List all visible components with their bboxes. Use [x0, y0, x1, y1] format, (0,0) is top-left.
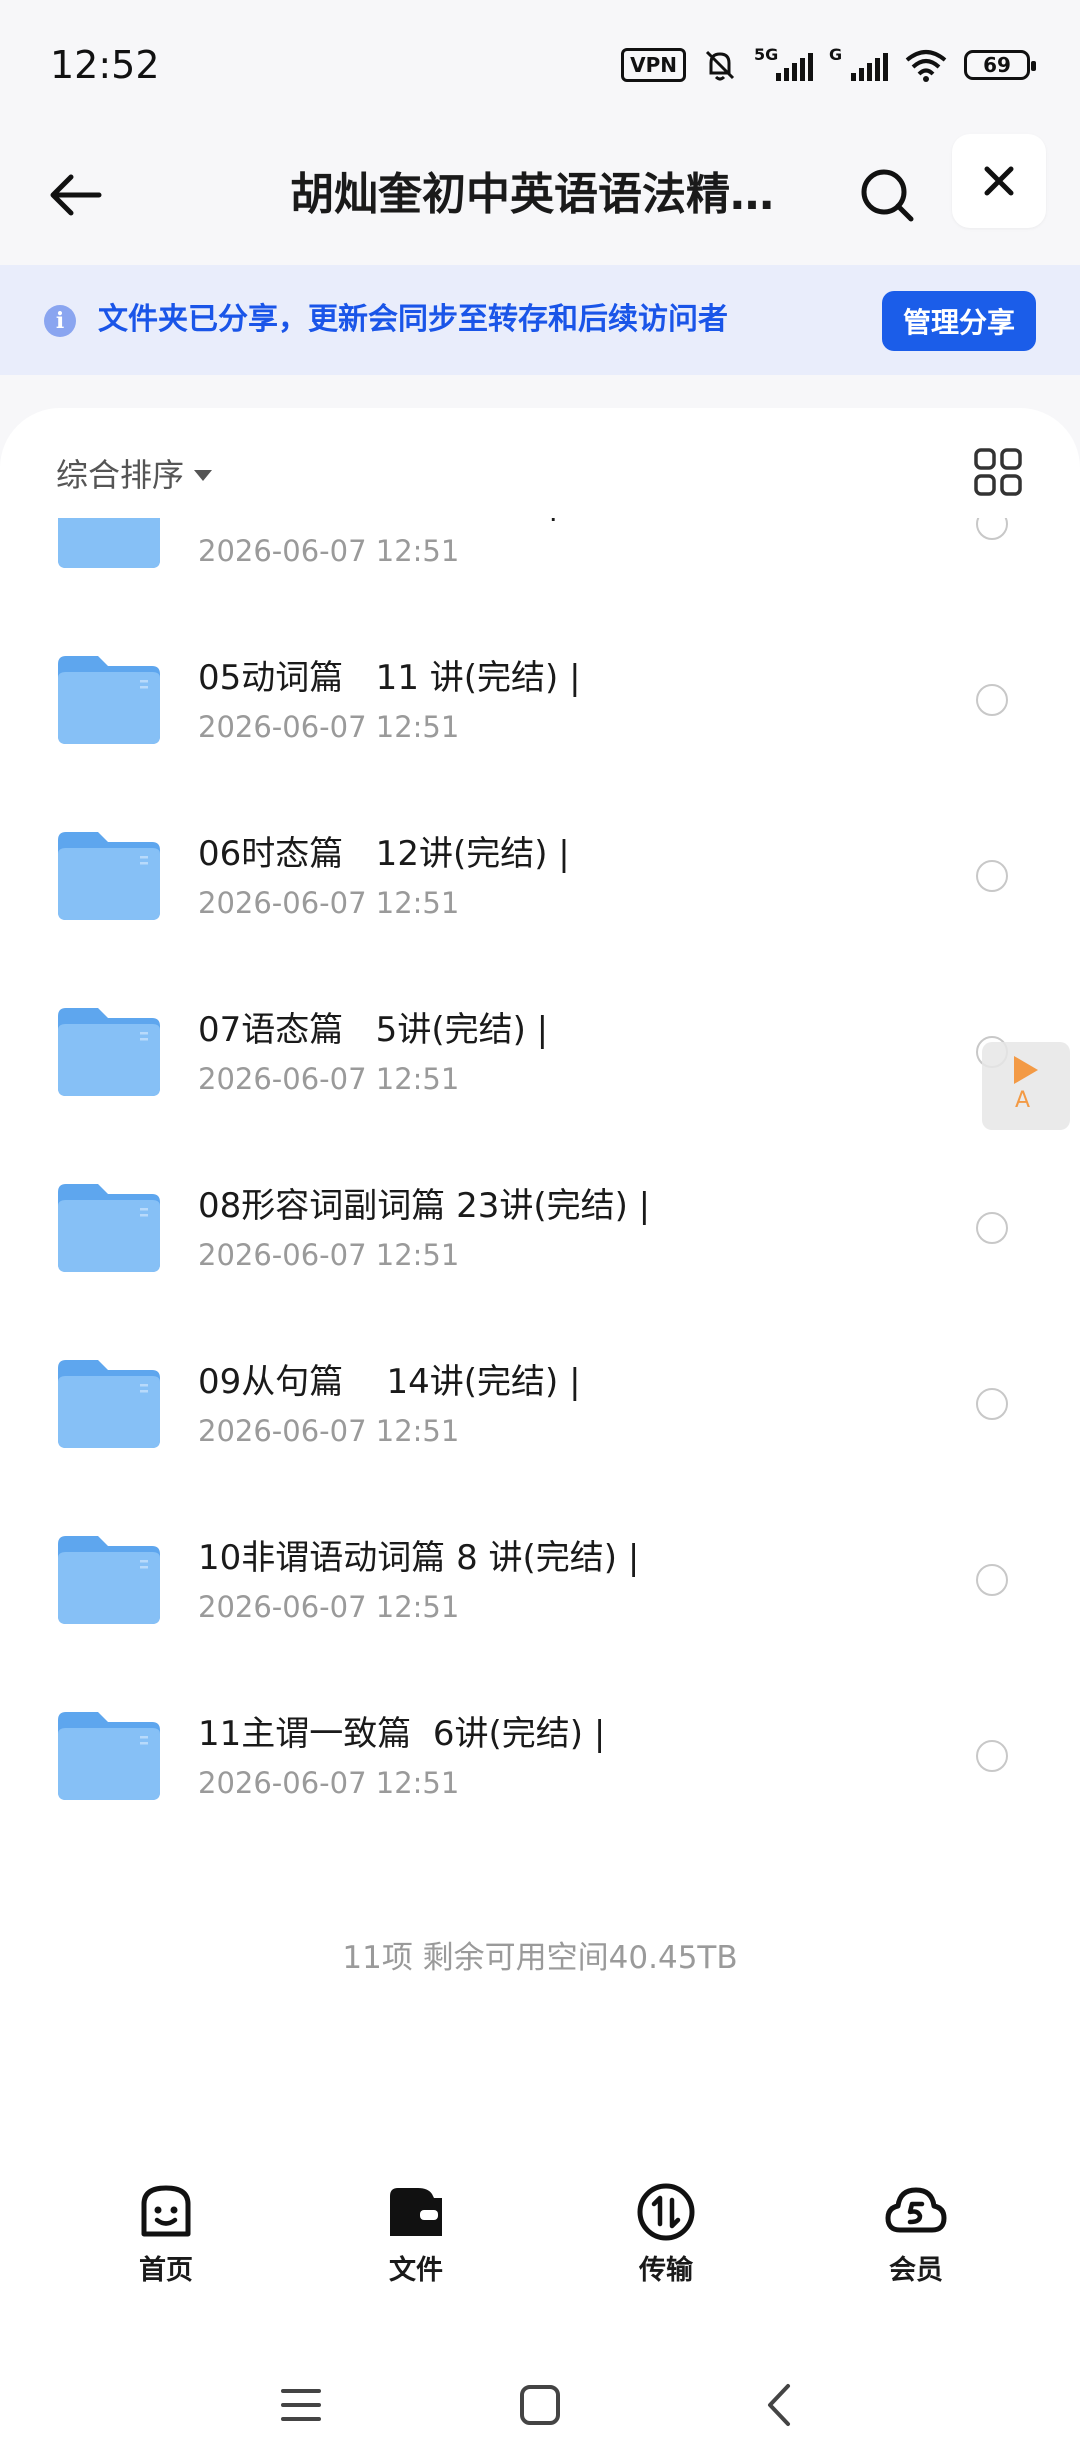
folder-icon	[58, 518, 160, 568]
file-name: 10非谓语动词篇 8 讲(完结) |	[198, 1538, 640, 1578]
home-button[interactable]	[505, 2370, 575, 2440]
floating-player-button[interactable]: A	[982, 1042, 1070, 1130]
close-icon	[984, 166, 1014, 196]
title-bar: 胡灿奎初中英语语法精讲（完结）	[0, 130, 1080, 265]
status-time: 12:52	[50, 43, 160, 87]
tab-home-label: 首页	[139, 2255, 193, 2286]
file-row[interactable]: 05动词篇 11 讲(完结) | 2026-06-07 12:51	[0, 606, 1080, 782]
floating-player-label: A	[1015, 1088, 1031, 1113]
caret-down-icon	[194, 469, 213, 481]
select-radio[interactable]	[976, 1212, 1008, 1244]
back-chevron-icon	[768, 2384, 790, 2426]
file-date: 2026-06-07 12:51	[198, 1590, 460, 1624]
search-icon	[861, 169, 914, 222]
mute-bell-icon	[705, 50, 735, 81]
tab-transfer-label: 传输	[639, 2255, 693, 2286]
file-name: 11主谓一致篇 6讲(完结) |	[198, 1714, 606, 1754]
tab-vip[interactable]: 会员	[856, 2180, 976, 2300]
close-button[interactable]	[952, 134, 1046, 228]
file-row[interactable]: 08形容词副词篇 23讲(完结) | 2026-06-07 12:51	[0, 1134, 1080, 1310]
vpn-icon: VPN	[621, 48, 686, 82]
status-bar: 12:52 VPN 5G G 69	[0, 0, 1080, 130]
back-nav-button[interactable]	[744, 2370, 814, 2440]
tab-home[interactable]: 首页	[106, 2180, 226, 2300]
file-name: 05动词篇 11 讲(完结) |	[198, 658, 581, 698]
folder-icon	[58, 1536, 160, 1624]
battery-icon: 69	[964, 50, 1036, 80]
share-banner: i 文件夹已分享，更新会同步至转存和后续访问者 管理分享	[0, 265, 1080, 375]
file-row[interactable]: 07语态篇 5讲(完结) | 2026-06-07 12:51	[0, 958, 1080, 1134]
tab-files-label: 文件	[389, 2255, 443, 2286]
folder-icon	[58, 1184, 160, 1272]
manage-share-button[interactable]: 管理分享	[882, 291, 1036, 351]
status-icons: VPN 5G G 69	[621, 45, 1036, 83]
wifi-icon	[905, 50, 947, 82]
file-date: 2026-06-07 12:51	[198, 710, 460, 744]
file-date: 2026-06-07 12:51	[198, 534, 460, 568]
file-name: 04冠词篇 5讲(完结) |	[198, 518, 559, 523]
file-list-card: 综合排序 04冠词篇 5讲(完结) |2026-06-07 12:5105动词篇…	[0, 408, 1080, 2460]
tab-files[interactable]: 文件	[356, 2180, 476, 2300]
play-icon	[1014, 1056, 1038, 1084]
search-button[interactable]	[850, 158, 924, 232]
select-radio[interactable]	[976, 684, 1008, 716]
storage-summary: 11项 剩余可用空间40.45TB	[342, 1940, 738, 1976]
folder-icon	[58, 1712, 160, 1800]
file-date: 2026-06-07 12:51	[198, 1766, 460, 1800]
signal-icon: 5G	[754, 45, 813, 81]
sort-label: 综合排序	[56, 456, 185, 494]
menu-button[interactable]	[266, 2370, 336, 2440]
file-date: 2026-06-07 12:51	[198, 886, 460, 920]
file-name: 07语态篇 5讲(完结) |	[198, 1010, 549, 1050]
bottom-tab-bar: 首页 文件 传输 会员	[0, 2180, 1080, 2300]
sort-dropdown[interactable]: 综合排序	[56, 450, 213, 496]
grid-view-icon[interactable]	[972, 446, 1024, 498]
system-nav-bar	[0, 2350, 1080, 2460]
folder-wallet-icon	[390, 2188, 442, 2236]
home-face-icon	[141, 2185, 191, 2237]
folder-icon	[58, 1360, 160, 1448]
select-radio[interactable]	[976, 518, 1008, 540]
file-date: 2026-06-07 12:51	[198, 1238, 460, 1272]
folder-icon	[58, 832, 160, 920]
arrow-left-icon	[50, 174, 102, 216]
select-radio[interactable]	[976, 1564, 1008, 1596]
file-date: 2026-06-07 12:51	[198, 1062, 460, 1096]
file-name: 08形容词副词篇 23讲(完结) |	[198, 1186, 651, 1226]
select-radio[interactable]	[976, 860, 1008, 892]
file-list: 04冠词篇 5讲(完结) |2026-06-07 12:5105动词篇 11 讲…	[0, 518, 1080, 1818]
file-row[interactable]: 10非谓语动词篇 8 讲(完结) | 2026-06-07 12:51	[0, 1486, 1080, 1662]
share-banner-text: 文件夹已分享，更新会同步至转存和后续访问者	[98, 302, 728, 337]
file-row[interactable]: 06时态篇 12讲(完结) | 2026-06-07 12:51	[0, 782, 1080, 958]
back-button[interactable]	[40, 160, 110, 230]
transfer-icon	[637, 2183, 695, 2241]
tab-vip-label: 会员	[889, 2255, 943, 2286]
page-title: 胡灿奎初中英语语法精讲（完结）	[290, 169, 790, 220]
file-name: 09从句篇 14讲(完结) |	[198, 1362, 581, 1402]
file-row[interactable]: 04冠词篇 5讲(完结) | 2026-06-07 12:51	[0, 518, 1080, 606]
signal-icon: G	[829, 45, 888, 81]
select-radio[interactable]	[976, 1740, 1008, 1772]
file-row[interactable]: 11主谓一致篇 6讲(完结) | 2026-06-07 12:51	[0, 1662, 1080, 1818]
info-icon: i	[44, 305, 76, 337]
menu-icon	[281, 2389, 321, 2421]
vip-cloud-icon	[885, 2187, 947, 2233]
folder-icon	[58, 1008, 160, 1096]
file-row[interactable]: 09从句篇 14讲(完结) | 2026-06-07 12:51	[0, 1310, 1080, 1486]
file-name: 06时态篇 12讲(完结) |	[198, 834, 570, 874]
file-date: 2026-06-07 12:51	[198, 1414, 460, 1448]
select-radio[interactable]	[976, 1388, 1008, 1420]
tab-transfer[interactable]: 传输	[606, 2180, 726, 2300]
folder-icon	[58, 656, 160, 744]
home-square-icon	[520, 2385, 560, 2425]
